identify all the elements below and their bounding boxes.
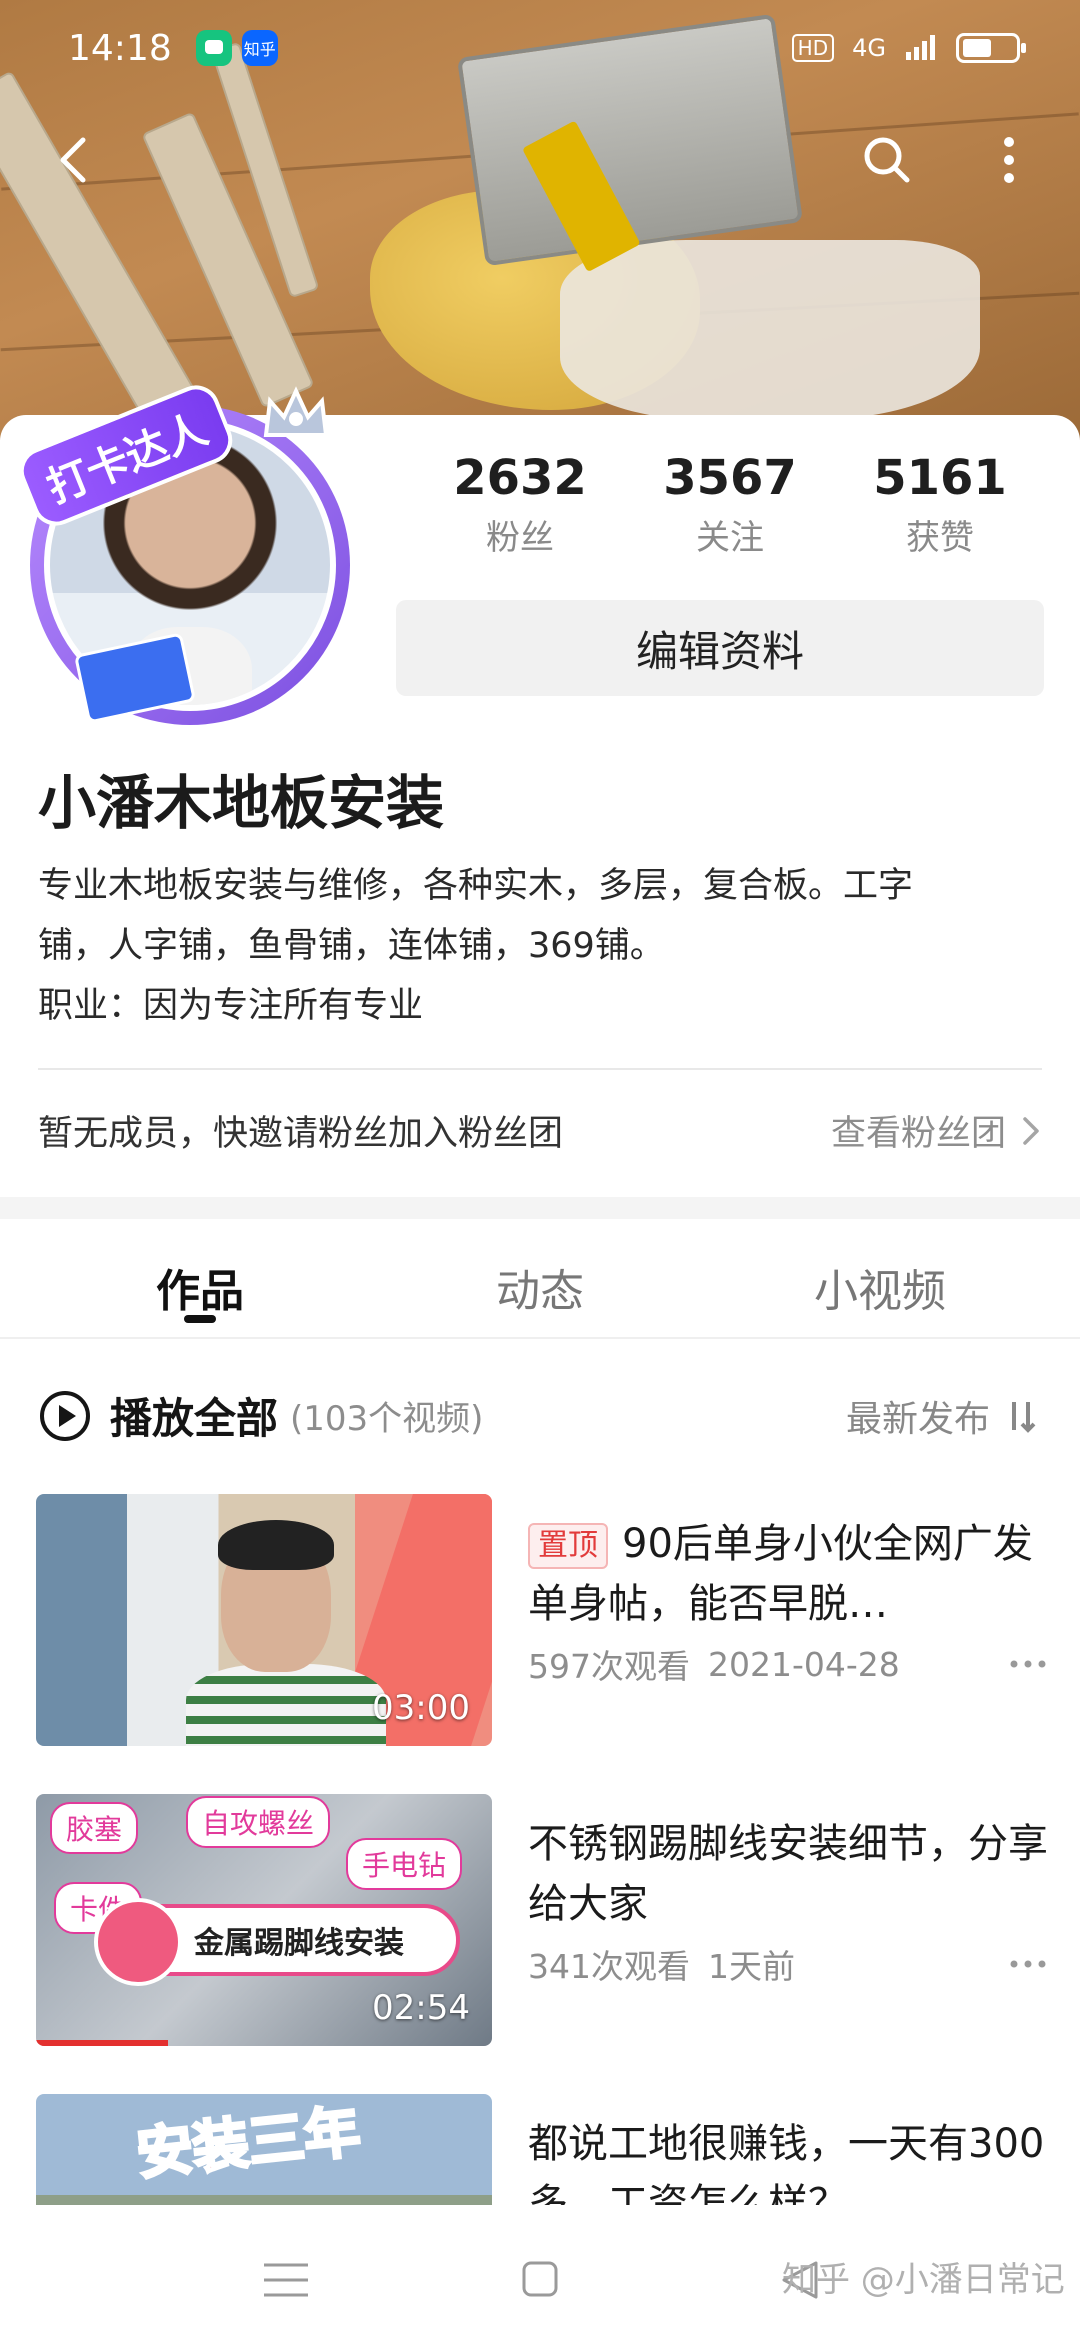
menu-icon[interactable] xyxy=(256,2255,316,2305)
video-title: 不锈钢踢脚线安装细节，分享给大家 xyxy=(528,1821,1048,1927)
sort-button[interactable]: 最新发布 xyxy=(846,1390,1042,1442)
more-dots-icon[interactable] xyxy=(1008,1958,1048,1970)
video-views: 341次观看 xyxy=(528,1947,690,1986)
back-button[interactable] xyxy=(40,125,110,195)
tab-moments[interactable]: 动态 xyxy=(400,1219,680,1337)
avatar[interactable]: 打卡达人 xyxy=(12,378,360,725)
zhihu-app-icon: 知乎 xyxy=(241,30,278,66)
likes-label: 获赞 xyxy=(906,518,974,558)
section-gap xyxy=(0,1197,1080,1219)
watermark: 知乎 @小潘日常记 xyxy=(782,2260,1065,2300)
video-item[interactable]: 03:00 置顶 90后单身小伙全网广发单身帖，能否早脱… 597次观看 2021… xyxy=(36,1494,1046,1746)
video-duration: 03:00 xyxy=(372,1688,470,1728)
video-date: 2021-04-28 xyxy=(708,1644,900,1684)
video-date: 1天前 xyxy=(708,1947,795,1986)
chevron-right-icon xyxy=(1023,1116,1039,1145)
play-all-button[interactable]: 播放全部 xyxy=(110,1385,278,1446)
more-dots-icon[interactable] xyxy=(1008,1658,1048,1670)
video-thumbnail[interactable]: 03:00 xyxy=(36,1494,492,1746)
sort-icon xyxy=(1012,1401,1036,1433)
tab-works[interactable]: 作品 xyxy=(0,1219,400,1337)
thumb-bubble: 手电钻 xyxy=(346,1838,463,1890)
video-views: 597次观看 xyxy=(528,1647,690,1686)
video-count: (103个视频) xyxy=(290,1399,484,1439)
video-thumbnail[interactable]: 胶塞 自攻螺丝 手电钻 卡件 金属踢脚线安装 02:54 xyxy=(36,1794,492,2046)
hd-indicator: HD xyxy=(791,34,835,62)
stat-following[interactable]: 3567 关注 xyxy=(640,450,820,559)
stat-followers[interactable]: 2632 粉丝 xyxy=(430,450,610,559)
following-label: 关注 xyxy=(696,518,764,558)
thumb-title-pill: 金属踢脚线安装 xyxy=(94,1898,460,1986)
content-tabs: 作品 动态 小视频 xyxy=(0,1219,1080,1339)
thumb-bubble: 自攻螺丝 xyxy=(186,1796,331,1848)
bio-line: 职业：因为专注所有专业 xyxy=(38,986,424,1026)
video-title: 都说工地很赚钱，一天有300多，工资怎么样？ xyxy=(528,2121,1045,2206)
followers-label: 粉丝 xyxy=(486,518,554,558)
video-title: 置顶 90后单身小伙全网广发单身帖，能否早脱… xyxy=(528,1521,1033,1627)
stat-likes[interactable]: 5161 获赞 xyxy=(850,450,1030,559)
more-options-button[interactable] xyxy=(974,125,1044,195)
profile-stats: 2632 粉丝 3567 关注 5161 获赞 xyxy=(400,450,1060,559)
signal-icon xyxy=(906,35,935,60)
watch-progress xyxy=(36,2040,168,2046)
video-thumbnail[interactable]: 安装三年 xyxy=(36,2094,492,2206)
messaging-app-icon xyxy=(195,30,232,66)
thumb-caption: 安装三年 xyxy=(132,2098,365,2189)
status-bar: 14:18 知乎 HD 4G xyxy=(0,0,1080,96)
play-all-row: 播放全部 (103个视频) 最新发布 xyxy=(38,1385,1042,1446)
view-fanclub-label: 查看粉丝团 xyxy=(830,1114,1006,1154)
back-arrow-icon xyxy=(60,137,86,183)
network-indicator: 4G xyxy=(852,34,886,62)
search-button[interactable] xyxy=(852,125,922,195)
status-time: 14:18 xyxy=(68,27,172,69)
bio-line: 铺，人字铺，鱼骨铺，连体铺，369铺。 xyxy=(38,926,665,966)
fanclub-status: 暂无成员，快邀请粉丝加入粉丝团 xyxy=(38,1114,564,1154)
sort-label: 最新发布 xyxy=(845,1398,990,1440)
following-count: 3567 xyxy=(663,450,797,506)
video-item[interactable]: 胶塞 自攻螺丝 手电钻 卡件 金属踢脚线安装 02:54 不锈钢踢脚线安装细节，… xyxy=(36,1794,1048,2046)
profile-name: 小潘木地板安装 xyxy=(38,769,445,837)
tab-short-videos[interactable]: 小视频 xyxy=(680,1219,1080,1337)
thumb-bubble: 胶塞 xyxy=(50,1802,139,1854)
vertical-dots-icon xyxy=(1004,137,1014,183)
video-item[interactable]: 安装三年 都说工地很赚钱，一天有300多，工资怎么样？ xyxy=(36,2094,1046,2206)
likes-count: 5161 xyxy=(873,450,1007,506)
profile-screen: 14:18 知乎 HD 4G 打卡达人 2632 粉丝 3567 关注 5161… xyxy=(0,0,1080,2340)
play-circle-icon[interactable] xyxy=(38,1389,92,1443)
followers-count: 2632 xyxy=(453,450,587,506)
pinned-badge: 置顶 xyxy=(528,1523,608,1569)
search-badge-icon xyxy=(94,1898,182,1986)
view-fanclub-link[interactable]: 查看粉丝团 xyxy=(831,1105,1042,1156)
divider xyxy=(38,1068,1042,1070)
fanclub-row: 暂无成员，快邀请粉丝加入粉丝团 查看粉丝团 xyxy=(38,1105,1042,1156)
home-square-icon[interactable] xyxy=(510,2255,570,2305)
bio-line: 专业木地板安装与维修，各种实木，多层，复合板。工字 xyxy=(38,866,914,906)
edit-profile-button[interactable]: 编辑资料 xyxy=(396,600,1044,696)
video-duration: 02:54 xyxy=(372,1988,470,2028)
battery-icon xyxy=(956,33,1026,63)
profile-bio: 专业木地板安装与维修，各种实木，多层，复合板。工字 铺，人字铺，鱼骨铺，连体铺，… xyxy=(38,856,1038,1036)
search-icon xyxy=(864,137,910,183)
crown-icon xyxy=(263,386,329,437)
